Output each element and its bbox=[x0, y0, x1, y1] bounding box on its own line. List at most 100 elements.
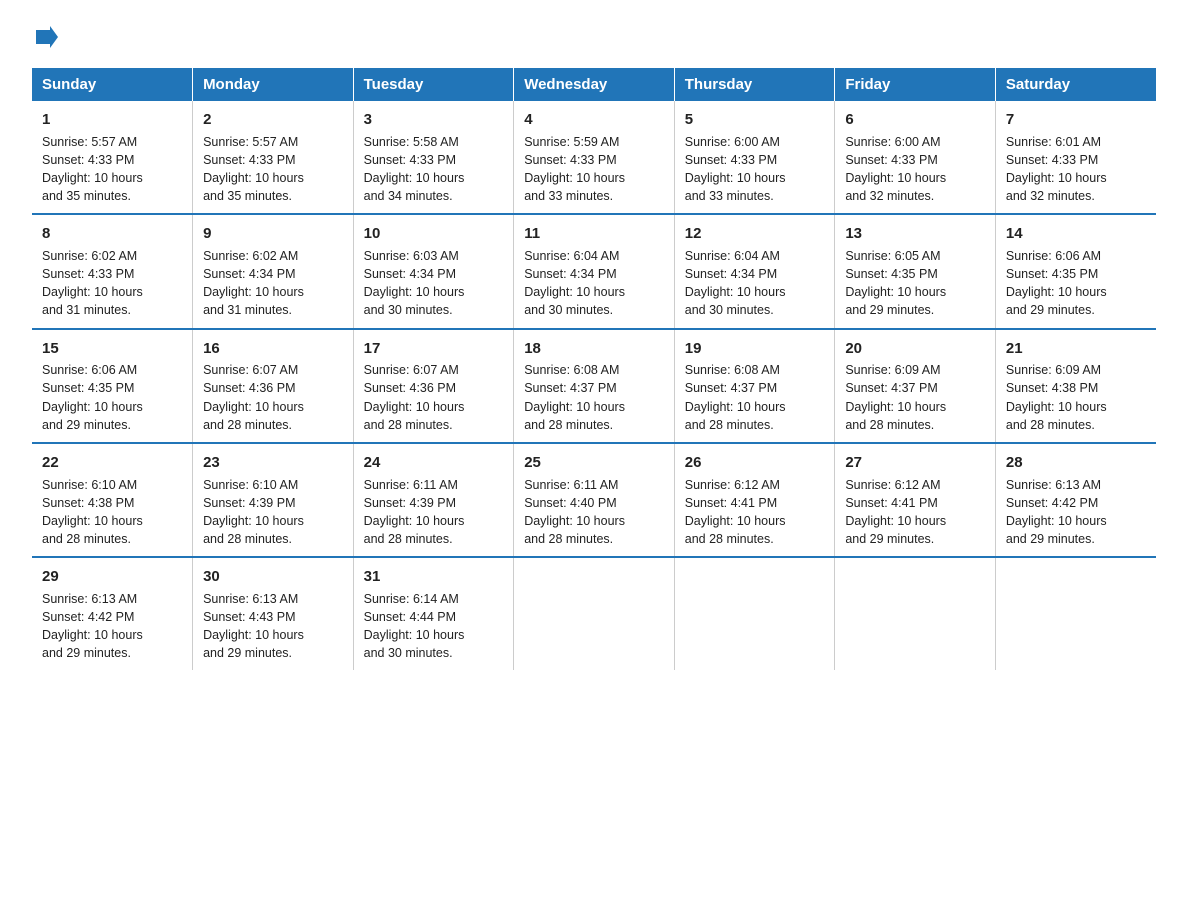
day-info: Sunrise: 6:06 AM Sunset: 4:35 PM Dayligh… bbox=[42, 361, 182, 434]
day-info: Sunrise: 6:04 AM Sunset: 4:34 PM Dayligh… bbox=[524, 247, 664, 320]
day-number: 26 bbox=[685, 452, 825, 474]
calendar-table: SundayMondayTuesdayWednesdayThursdayFrid… bbox=[32, 68, 1156, 670]
day-info: Sunrise: 6:14 AM Sunset: 4:44 PM Dayligh… bbox=[364, 590, 504, 663]
calendar-cell: 19Sunrise: 6:08 AM Sunset: 4:37 PM Dayli… bbox=[674, 329, 835, 443]
day-number: 6 bbox=[845, 109, 985, 131]
calendar-cell bbox=[995, 557, 1156, 670]
calendar-cell: 11Sunrise: 6:04 AM Sunset: 4:34 PM Dayli… bbox=[514, 214, 675, 328]
calendar-cell: 5Sunrise: 6:00 AM Sunset: 4:33 PM Daylig… bbox=[674, 101, 835, 214]
calendar-week-3: 15Sunrise: 6:06 AM Sunset: 4:35 PM Dayli… bbox=[32, 329, 1156, 443]
day-number: 27 bbox=[845, 452, 985, 474]
calendar-cell: 29Sunrise: 6:13 AM Sunset: 4:42 PM Dayli… bbox=[32, 557, 193, 670]
calendar-cell: 3Sunrise: 5:58 AM Sunset: 4:33 PM Daylig… bbox=[353, 101, 514, 214]
weekday-header-wednesday: Wednesday bbox=[514, 68, 675, 101]
day-info: Sunrise: 6:02 AM Sunset: 4:33 PM Dayligh… bbox=[42, 247, 182, 320]
day-number: 2 bbox=[203, 109, 343, 131]
calendar-week-4: 22Sunrise: 6:10 AM Sunset: 4:38 PM Dayli… bbox=[32, 443, 1156, 557]
calendar-week-2: 8Sunrise: 6:02 AM Sunset: 4:33 PM Daylig… bbox=[32, 214, 1156, 328]
day-number: 1 bbox=[42, 109, 182, 131]
calendar-cell: 10Sunrise: 6:03 AM Sunset: 4:34 PM Dayli… bbox=[353, 214, 514, 328]
calendar-cell: 23Sunrise: 6:10 AM Sunset: 4:39 PM Dayli… bbox=[193, 443, 354, 557]
calendar-cell: 16Sunrise: 6:07 AM Sunset: 4:36 PM Dayli… bbox=[193, 329, 354, 443]
calendar-cell: 22Sunrise: 6:10 AM Sunset: 4:38 PM Dayli… bbox=[32, 443, 193, 557]
calendar-cell: 4Sunrise: 5:59 AM Sunset: 4:33 PM Daylig… bbox=[514, 101, 675, 214]
calendar-cell: 14Sunrise: 6:06 AM Sunset: 4:35 PM Dayli… bbox=[995, 214, 1156, 328]
day-info: Sunrise: 6:13 AM Sunset: 4:42 PM Dayligh… bbox=[42, 590, 182, 663]
calendar-cell: 15Sunrise: 6:06 AM Sunset: 4:35 PM Dayli… bbox=[32, 329, 193, 443]
day-info: Sunrise: 5:59 AM Sunset: 4:33 PM Dayligh… bbox=[524, 133, 664, 206]
day-number: 23 bbox=[203, 452, 343, 474]
day-info: Sunrise: 6:11 AM Sunset: 4:39 PM Dayligh… bbox=[364, 476, 504, 549]
weekday-header-saturday: Saturday bbox=[995, 68, 1156, 101]
day-number: 19 bbox=[685, 338, 825, 360]
page-header bbox=[32, 24, 1156, 48]
day-info: Sunrise: 6:07 AM Sunset: 4:36 PM Dayligh… bbox=[364, 361, 504, 434]
day-info: Sunrise: 5:57 AM Sunset: 4:33 PM Dayligh… bbox=[42, 133, 182, 206]
day-info: Sunrise: 6:00 AM Sunset: 4:33 PM Dayligh… bbox=[845, 133, 985, 206]
day-info: Sunrise: 6:13 AM Sunset: 4:43 PM Dayligh… bbox=[203, 590, 343, 663]
calendar-cell: 27Sunrise: 6:12 AM Sunset: 4:41 PM Dayli… bbox=[835, 443, 996, 557]
day-info: Sunrise: 5:57 AM Sunset: 4:33 PM Dayligh… bbox=[203, 133, 343, 206]
day-info: Sunrise: 6:01 AM Sunset: 4:33 PM Dayligh… bbox=[1006, 133, 1146, 206]
calendar-cell: 2Sunrise: 5:57 AM Sunset: 4:33 PM Daylig… bbox=[193, 101, 354, 214]
calendar-cell: 9Sunrise: 6:02 AM Sunset: 4:34 PM Daylig… bbox=[193, 214, 354, 328]
day-info: Sunrise: 6:03 AM Sunset: 4:34 PM Dayligh… bbox=[364, 247, 504, 320]
day-info: Sunrise: 6:10 AM Sunset: 4:39 PM Dayligh… bbox=[203, 476, 343, 549]
day-number: 24 bbox=[364, 452, 504, 474]
day-number: 12 bbox=[685, 223, 825, 245]
weekday-header-monday: Monday bbox=[193, 68, 354, 101]
weekday-header-tuesday: Tuesday bbox=[353, 68, 514, 101]
day-number: 16 bbox=[203, 338, 343, 360]
day-info: Sunrise: 6:00 AM Sunset: 4:33 PM Dayligh… bbox=[685, 133, 825, 206]
logo-arrow-icon bbox=[36, 26, 58, 48]
calendar-cell: 28Sunrise: 6:13 AM Sunset: 4:42 PM Dayli… bbox=[995, 443, 1156, 557]
day-number: 4 bbox=[524, 109, 664, 131]
day-number: 17 bbox=[364, 338, 504, 360]
day-info: Sunrise: 6:07 AM Sunset: 4:36 PM Dayligh… bbox=[203, 361, 343, 434]
weekday-header-friday: Friday bbox=[835, 68, 996, 101]
day-info: Sunrise: 6:04 AM Sunset: 4:34 PM Dayligh… bbox=[685, 247, 825, 320]
calendar-cell: 12Sunrise: 6:04 AM Sunset: 4:34 PM Dayli… bbox=[674, 214, 835, 328]
calendar-cell: 18Sunrise: 6:08 AM Sunset: 4:37 PM Dayli… bbox=[514, 329, 675, 443]
day-number: 30 bbox=[203, 566, 343, 588]
day-number: 7 bbox=[1006, 109, 1146, 131]
calendar-cell: 24Sunrise: 6:11 AM Sunset: 4:39 PM Dayli… bbox=[353, 443, 514, 557]
calendar-cell bbox=[674, 557, 835, 670]
day-info: Sunrise: 6:12 AM Sunset: 4:41 PM Dayligh… bbox=[845, 476, 985, 549]
day-number: 20 bbox=[845, 338, 985, 360]
day-number: 14 bbox=[1006, 223, 1146, 245]
day-info: Sunrise: 6:12 AM Sunset: 4:41 PM Dayligh… bbox=[685, 476, 825, 549]
calendar-cell bbox=[514, 557, 675, 670]
calendar-cell: 8Sunrise: 6:02 AM Sunset: 4:33 PM Daylig… bbox=[32, 214, 193, 328]
calendar-cell: 20Sunrise: 6:09 AM Sunset: 4:37 PM Dayli… bbox=[835, 329, 996, 443]
day-number: 3 bbox=[364, 109, 504, 131]
day-number: 25 bbox=[524, 452, 664, 474]
day-number: 29 bbox=[42, 566, 182, 588]
day-number: 8 bbox=[42, 223, 182, 245]
day-info: Sunrise: 6:06 AM Sunset: 4:35 PM Dayligh… bbox=[1006, 247, 1146, 320]
calendar-cell: 30Sunrise: 6:13 AM Sunset: 4:43 PM Dayli… bbox=[193, 557, 354, 670]
weekday-header-sunday: Sunday bbox=[32, 68, 193, 101]
day-number: 31 bbox=[364, 566, 504, 588]
calendar-cell: 25Sunrise: 6:11 AM Sunset: 4:40 PM Dayli… bbox=[514, 443, 675, 557]
day-info: Sunrise: 6:08 AM Sunset: 4:37 PM Dayligh… bbox=[685, 361, 825, 434]
day-info: Sunrise: 6:09 AM Sunset: 4:37 PM Dayligh… bbox=[845, 361, 985, 434]
logo bbox=[32, 24, 58, 48]
day-info: Sunrise: 6:05 AM Sunset: 4:35 PM Dayligh… bbox=[845, 247, 985, 320]
day-number: 18 bbox=[524, 338, 664, 360]
calendar-week-1: 1Sunrise: 5:57 AM Sunset: 4:33 PM Daylig… bbox=[32, 101, 1156, 214]
day-info: Sunrise: 6:08 AM Sunset: 4:37 PM Dayligh… bbox=[524, 361, 664, 434]
calendar-cell: 17Sunrise: 6:07 AM Sunset: 4:36 PM Dayli… bbox=[353, 329, 514, 443]
day-info: Sunrise: 6:10 AM Sunset: 4:38 PM Dayligh… bbox=[42, 476, 182, 549]
calendar-cell: 21Sunrise: 6:09 AM Sunset: 4:38 PM Dayli… bbox=[995, 329, 1156, 443]
day-info: Sunrise: 6:09 AM Sunset: 4:38 PM Dayligh… bbox=[1006, 361, 1146, 434]
day-info: Sunrise: 6:02 AM Sunset: 4:34 PM Dayligh… bbox=[203, 247, 343, 320]
calendar-cell bbox=[835, 557, 996, 670]
day-number: 28 bbox=[1006, 452, 1146, 474]
calendar-cell: 7Sunrise: 6:01 AM Sunset: 4:33 PM Daylig… bbox=[995, 101, 1156, 214]
calendar-cell: 6Sunrise: 6:00 AM Sunset: 4:33 PM Daylig… bbox=[835, 101, 996, 214]
day-info: Sunrise: 5:58 AM Sunset: 4:33 PM Dayligh… bbox=[364, 133, 504, 206]
day-info: Sunrise: 6:13 AM Sunset: 4:42 PM Dayligh… bbox=[1006, 476, 1146, 549]
calendar-cell: 13Sunrise: 6:05 AM Sunset: 4:35 PM Dayli… bbox=[835, 214, 996, 328]
day-number: 13 bbox=[845, 223, 985, 245]
